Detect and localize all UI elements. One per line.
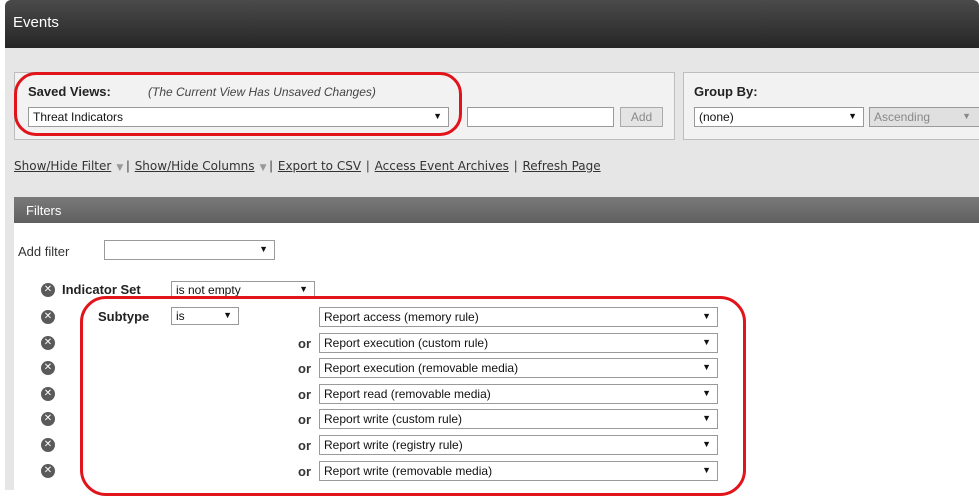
caret-down-icon[interactable]: ▼ <box>260 163 270 173</box>
highlight-ring-saved-views <box>14 72 462 136</box>
view-name-input[interactable] <box>467 107 614 127</box>
group-by-panel <box>683 72 979 140</box>
highlight-ring-subtype-filters <box>80 296 746 496</box>
caret-down-icon[interactable]: ▼ <box>116 163 126 173</box>
dropdown-arrow-icon: ▼ <box>259 244 268 254</box>
remove-circle-icon[interactable]: ✕ <box>41 336 55 350</box>
filters-header <box>14 197 979 223</box>
remove-circle-icon[interactable]: ✕ <box>41 387 55 401</box>
toolbar: Show/Hide Filter ▼ | Show/Hide Columns ▼… <box>14 155 601 174</box>
toolbar-separator: | <box>366 158 370 173</box>
show-hide-columns-link[interactable]: Show/Hide Columns <box>135 159 255 173</box>
group-by-select[interactable]: (none) ▼ <box>694 107 864 127</box>
access-archives-link[interactable]: Access Event Archives <box>375 159 509 173</box>
add-filter-select[interactable]: ▼ <box>104 240 275 260</box>
add-view-button[interactable]: Add <box>620 107 663 127</box>
sort-order-select[interactable]: Ascending ▼ <box>869 107 979 127</box>
group-by-label: Group By: <box>694 84 758 99</box>
export-csv-link[interactable]: Export to CSV <box>278 159 361 173</box>
window-titlebar <box>5 0 979 48</box>
remove-circle-icon[interactable]: ✕ <box>41 438 55 452</box>
dropdown-arrow-icon: ▼ <box>962 111 971 121</box>
remove-circle-icon[interactable]: ✕ <box>41 310 55 324</box>
remove-circle-icon[interactable]: ✕ <box>41 283 55 297</box>
toolbar-separator: | <box>513 158 518 173</box>
indicator-set-label: Indicator Set <box>62 282 141 297</box>
group-by-selected: (none) <box>699 110 734 124</box>
window-title: Events <box>13 14 59 31</box>
toolbar-separator: | <box>126 158 130 173</box>
remove-circle-icon[interactable]: ✕ <box>41 412 55 426</box>
show-hide-filter-link[interactable]: Show/Hide Filter <box>14 159 111 173</box>
remove-circle-icon[interactable]: ✕ <box>41 361 55 375</box>
toolbar-separator: | <box>269 158 273 173</box>
dropdown-arrow-icon: ▼ <box>299 284 308 294</box>
indicator-set-operator: is not empty <box>176 283 241 297</box>
dropdown-arrow-icon: ▼ <box>848 111 857 121</box>
remove-circle-icon[interactable]: ✕ <box>41 464 55 478</box>
refresh-page-link[interactable]: Refresh Page <box>522 159 600 173</box>
filters-title: Filters <box>26 203 62 218</box>
add-filter-label: Add filter <box>18 244 70 259</box>
sort-order-selected: Ascending <box>874 110 931 124</box>
